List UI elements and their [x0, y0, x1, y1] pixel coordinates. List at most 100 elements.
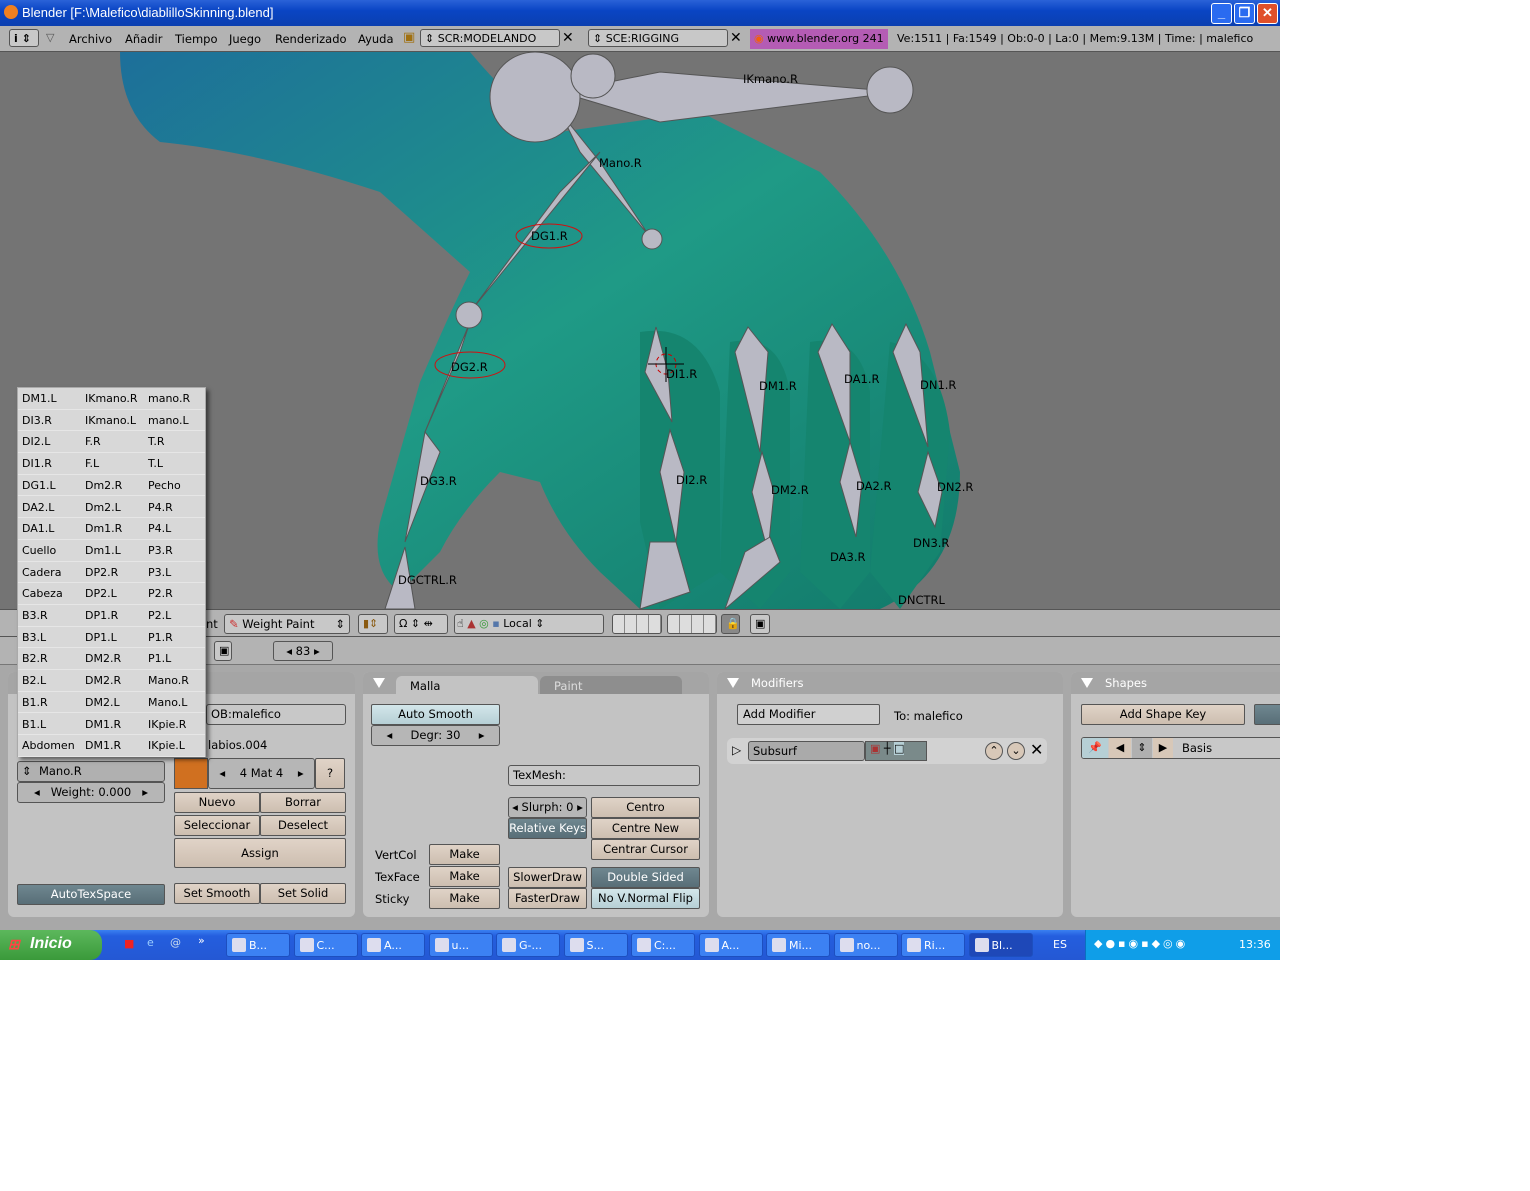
assign-button[interactable]: Assign [174, 838, 346, 868]
vertex-group-option[interactable]: Dm1.L [85, 544, 121, 557]
material-help-button[interactable]: ? [315, 758, 345, 789]
taskbar-item[interactable]: A... [361, 933, 425, 957]
minimize-button[interactable]: _ [1211, 3, 1232, 24]
hand-manipulator-icon[interactable]: ☝ [457, 617, 464, 630]
vertex-group-option[interactable]: P2.R [148, 587, 173, 600]
info-window-type-icon[interactable]: i ⇕ [9, 29, 39, 47]
start-button[interactable]: ⊞ Inicio [0, 930, 102, 960]
centrar-cursor-button[interactable]: Centrar Cursor [591, 839, 700, 860]
pivot-selector[interactable]: Ω ⇕ ⇹ [394, 614, 448, 634]
vertex-group-option[interactable]: B3.L [22, 631, 46, 644]
vertex-group-option[interactable]: IKmano.R [85, 392, 138, 405]
collapse-triangle-icon[interactable] [727, 678, 739, 688]
faster-draw-button[interactable]: FasterDraw [508, 888, 587, 909]
delete-scene-icon[interactable]: ✕ [730, 30, 742, 46]
vertex-group-option[interactable]: B3.R [22, 609, 48, 622]
manipulator-controls[interactable]: ☝ ▲ ◎ ▪ Local ⇕ [454, 614, 604, 634]
shape-key-selector[interactable]: 📌 ◀ ⇕ ▶ Basis [1081, 737, 1280, 759]
render-preview-icon[interactable]: ▣ [750, 614, 770, 634]
auto-smooth-toggle[interactable]: Auto Smooth [371, 704, 500, 725]
vertex-group-option[interactable]: F.R [85, 435, 101, 448]
menu-juego[interactable]: Juego [229, 32, 261, 46]
tab-paint[interactable]: Paint [540, 676, 682, 694]
screen-selector[interactable]: ⇕ SCR:MODELANDO [420, 29, 560, 47]
modifier-display-toggles[interactable]: ▣ ┼ □ [865, 741, 927, 761]
vertex-group-option[interactable]: Cadera [22, 566, 61, 579]
relative-keys-toggle[interactable]: Relative Keys [508, 818, 587, 839]
vertex-group-option[interactable]: B1.L [22, 718, 46, 731]
collapse-triangle-icon[interactable] [373, 678, 385, 688]
set-smooth-button[interactable]: Set Smooth [174, 883, 260, 904]
quicklaunch-ie-icon[interactable]: e [147, 936, 154, 949]
select-button[interactable]: Seleccionar [174, 815, 260, 836]
no-vnormal-flip-toggle[interactable]: No V.Normal Flip [591, 888, 700, 909]
centro-button[interactable]: Centro [591, 797, 700, 818]
vertex-group-option[interactable]: F.L [85, 457, 99, 470]
move-up-icon[interactable]: ⌃ [985, 742, 1003, 760]
pin-icon[interactable]: 📌 [1082, 738, 1108, 758]
lock-icon[interactable]: 🔒 [721, 614, 740, 634]
shape-lock-toggle[interactable] [1254, 704, 1280, 725]
taskbar-item[interactable]: u... [428, 933, 493, 957]
quicklaunch-outlook-icon[interactable]: @ [170, 936, 181, 949]
vertex-group-option[interactable]: DI1.R [22, 457, 52, 470]
collapse-triangle-icon[interactable] [1081, 678, 1093, 688]
deselect-button[interactable]: Deselect [260, 815, 346, 836]
frame-counter[interactable]: ◂ 83 ▸ [273, 641, 333, 661]
vertex-group-option[interactable]: Dm1.R [85, 522, 122, 535]
vertex-group-option[interactable]: DP1.R [85, 609, 118, 622]
vertex-group-option[interactable]: P1.L [148, 652, 171, 665]
taskbar-item[interactable]: S... [563, 933, 628, 957]
taskbar-item[interactable]: Mi... [766, 933, 830, 957]
delete-screen-icon[interactable]: ✕ [562, 30, 574, 46]
object-name-field[interactable]: OB:malefico [206, 704, 346, 725]
texmesh-field[interactable]: TexMesh: [508, 765, 700, 786]
vertex-group-option[interactable]: P4.R [148, 501, 173, 514]
vertex-group-option[interactable]: P2.L [148, 609, 171, 622]
degr-field[interactable]: ◂ Degr: 30 ▸ [371, 725, 500, 746]
vertex-group-option[interactable]: Cabeza [22, 587, 63, 600]
slower-draw-button[interactable]: SlowerDraw [508, 867, 587, 888]
vertex-group-option[interactable]: DM2.R [85, 652, 121, 665]
vertex-group-option[interactable]: T.R [148, 435, 165, 448]
vertex-group-selector[interactable]: ⇕ Mano.R [17, 761, 165, 782]
texface-make-button[interactable]: Make [429, 866, 500, 887]
vertex-group-option[interactable]: IKpie.R [148, 718, 186, 731]
taskbar-item[interactable]: A... [698, 933, 763, 957]
language-indicator[interactable]: ES [1053, 938, 1067, 951]
prev-shape-icon[interactable]: ◀ [1109, 738, 1131, 758]
vertex-group-option[interactable]: DA1.L [22, 522, 54, 535]
vertex-group-option[interactable]: B2.R [22, 652, 48, 665]
close-button[interactable]: ✕ [1257, 3, 1278, 24]
vertex-group-option[interactable]: DP2.R [85, 566, 118, 579]
vertex-group-option[interactable]: DI3.R [22, 414, 52, 427]
vertex-group-option[interactable]: Dm2.R [85, 479, 122, 492]
image-icon[interactable]: ▣ [214, 641, 232, 661]
scale-icon[interactable]: ▪ [492, 617, 499, 630]
vertex-group-option[interactable]: B2.L [22, 674, 46, 687]
vertex-group-option[interactable]: P3.L [148, 566, 171, 579]
vertex-group-option[interactable]: DM1.R [85, 739, 121, 752]
vertex-group-option[interactable]: DP1.L [85, 631, 117, 644]
vertex-group-option[interactable]: DA2.L [22, 501, 54, 514]
menu-tiempo[interactable]: Tiempo [175, 32, 217, 46]
vertex-group-option[interactable]: Mano.L [148, 696, 187, 709]
vertex-group-option[interactable]: DP2.L [85, 587, 117, 600]
set-solid-button[interactable]: Set Solid [260, 883, 346, 904]
menu-ayuda[interactable]: Ayuda [358, 32, 394, 46]
layer-buttons-1[interactable] [612, 614, 662, 634]
vertex-group-option[interactable]: IKpie.L [148, 739, 185, 752]
quicklaunch-more-icon[interactable]: » [198, 934, 205, 947]
quicklaunch-acrobat-icon[interactable]: ■ [124, 937, 134, 950]
tab-malla[interactable]: Malla [396, 676, 538, 694]
sticky-make-button[interactable]: Make [429, 888, 500, 909]
centre-new-button[interactable]: Centre New [591, 818, 700, 839]
render-toggle-icon[interactable]: ▣ [870, 742, 880, 755]
remove-modifier-icon[interactable]: ✕ [1030, 740, 1043, 759]
tray-icons[interactable]: ◆●▪◉▪◆◎◉ [1094, 937, 1188, 950]
shape-list-icon[interactable]: ⇕ [1132, 738, 1152, 758]
layer-buttons-2[interactable] [667, 614, 717, 634]
taskbar-item[interactable]: C:... [631, 933, 695, 957]
menu-renderizado[interactable]: Renderizado [275, 32, 347, 46]
slurph-field[interactable]: ◂ Slurph: 0 ▸ [508, 797, 587, 818]
